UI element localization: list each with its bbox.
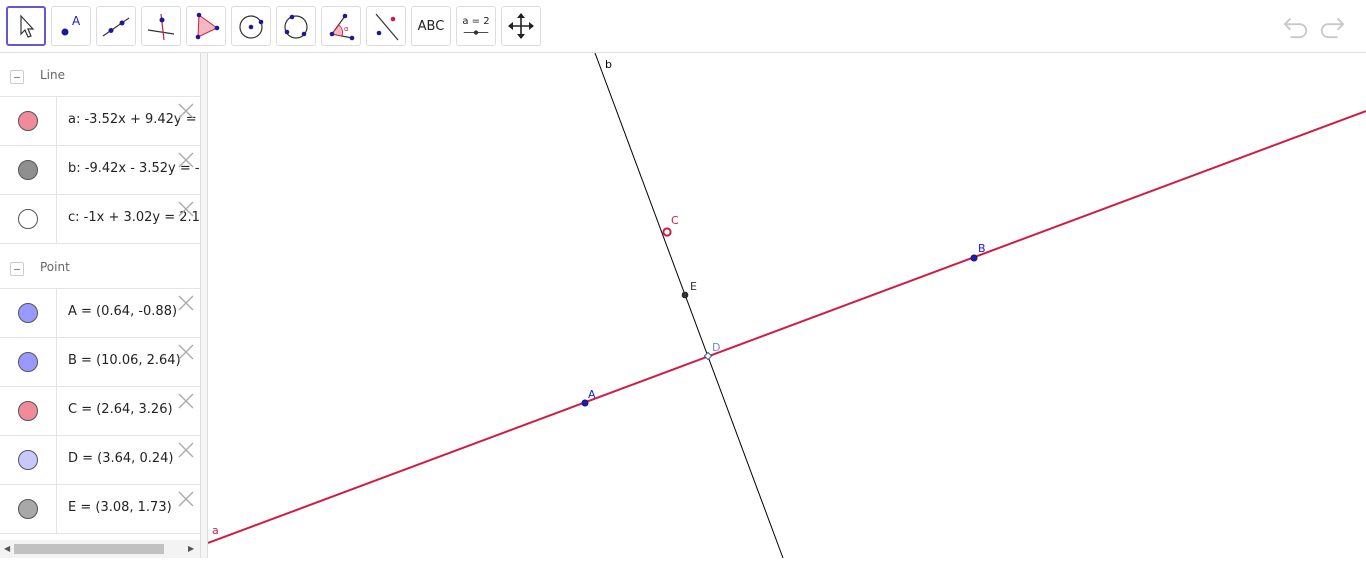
undo-button[interactable]	[1280, 12, 1312, 40]
visibility-marble-icon[interactable]	[18, 499, 38, 519]
visibility-marble-icon[interactable]	[18, 450, 38, 470]
visibility-marble-icon[interactable]	[18, 352, 38, 372]
point-B-label: B	[978, 242, 986, 255]
text-tool-button[interactable]: ABC	[411, 6, 451, 46]
angle-icon: α	[329, 13, 355, 41]
algebra-definition[interactable]: A = (0.64, -0.88)	[68, 304, 177, 319]
svg-text:A: A	[72, 14, 81, 28]
horizontal-scrollbar[interactable]: ◀ ▶	[0, 540, 200, 558]
group-label: Line	[40, 68, 66, 82]
line-icon	[102, 17, 130, 37]
algebra-row-c[interactable]: c: -1x + 3.02y = 2.16	[0, 195, 200, 244]
visibility-marble-icon[interactable]	[18, 401, 38, 421]
collapse-minus-icon[interactable]	[10, 70, 24, 84]
point-E-label: E	[690, 280, 697, 293]
scrollbar-thumb[interactable]	[14, 544, 164, 554]
delete-x-icon[interactable]	[176, 150, 196, 170]
delete-x-icon[interactable]	[176, 489, 196, 509]
delete-x-icon[interactable]	[176, 199, 196, 219]
polygon-tool-button[interactable]	[186, 6, 226, 46]
group-header-line[interactable]: Line	[0, 53, 200, 97]
visibility-marble-icon[interactable]	[18, 111, 38, 131]
circle-three-points-tool-button[interactable]	[276, 6, 316, 46]
move-arrows-icon	[508, 13, 534, 39]
slider-tool-label: a = 2	[462, 15, 490, 27]
line-b-label: b	[605, 58, 612, 71]
graphics-view[interactable]: b a A B C D E	[207, 52, 1366, 559]
point-C-label: C	[671, 214, 679, 227]
algebra-row-b[interactable]: b: -9.42x - 3.52y = -35	[0, 146, 200, 195]
algebra-row-a[interactable]: a: -3.52x + 9.42y = -1	[0, 97, 200, 146]
algebra-definition[interactable]: E = (3.08, 1.73)	[68, 500, 172, 515]
delete-x-icon[interactable]	[176, 101, 196, 121]
redo-icon	[1320, 17, 1345, 39]
delete-x-icon[interactable]	[176, 293, 196, 313]
scroll-left-icon[interactable]: ◀	[4, 544, 10, 553]
group-label: Point	[40, 260, 70, 274]
svg-text:α: α	[344, 25, 349, 33]
visibility-marble-icon[interactable]	[18, 303, 38, 323]
point-D[interactable]	[703, 351, 713, 361]
polygon-icon	[195, 12, 220, 40]
move-graphics-tool-button[interactable]	[501, 6, 541, 46]
collapse-minus-icon[interactable]	[10, 262, 24, 276]
algebra-row-A[interactable]: A = (0.64, -0.88)	[0, 289, 200, 338]
line-tool-button[interactable]	[96, 6, 136, 46]
perpendicular-line-icon	[147, 13, 175, 41]
circle-center-icon	[239, 15, 264, 39]
point-B[interactable]	[970, 254, 978, 262]
slider-tool-button[interactable]: a = 2	[456, 6, 496, 46]
algebra-row-D[interactable]: D = (3.64, 0.24)	[0, 436, 200, 485]
algebra-row-B[interactable]: B = (10.06, 2.64)	[0, 338, 200, 387]
group-header-point[interactable]: Point	[0, 245, 200, 289]
point-icon: A	[61, 14, 81, 36]
point-tool-button[interactable]: A	[51, 6, 91, 46]
visibility-marble-icon[interactable]	[18, 160, 38, 180]
undo-icon	[1283, 17, 1308, 39]
algebra-view: Line a: -3.52x + 9.42y = -1 b: -9.42x - …	[0, 53, 200, 558]
cursor-arrow-icon	[20, 14, 35, 38]
point-A-label: A	[588, 388, 596, 401]
reflect-tool-button[interactable]	[366, 6, 406, 46]
panel-splitter[interactable]	[200, 53, 208, 558]
line-a-label: a	[212, 524, 219, 537]
circle-center-point-tool-button[interactable]	[231, 6, 271, 46]
circle-three-points-icon	[284, 14, 308, 39]
redo-button[interactable]	[1316, 12, 1348, 40]
line-a[interactable]	[207, 110, 1366, 544]
line-b[interactable]	[594, 52, 784, 559]
toolbar: A α ABC a = 2	[0, 0, 1366, 53]
algebra-definition[interactable]: B = (10.06, 2.64)	[68, 353, 181, 368]
text-tool-label: ABC	[417, 18, 445, 34]
delete-x-icon[interactable]	[176, 391, 196, 411]
algebra-row-E[interactable]: E = (3.08, 1.73)	[0, 485, 200, 534]
scroll-right-icon[interactable]: ▶	[188, 544, 194, 553]
perpendicular-line-tool-button[interactable]	[141, 6, 181, 46]
delete-x-icon[interactable]	[176, 342, 196, 362]
algebra-row-C[interactable]: C = (2.64, 3.26)	[0, 387, 200, 436]
reflect-line-icon	[375, 13, 399, 41]
algebra-definition[interactable]: C = (2.64, 3.26)	[68, 402, 173, 417]
graphics-canvas[interactable]: b a A B C D E	[207, 52, 1366, 559]
slider-icon	[463, 29, 489, 35]
point-C[interactable]	[662, 227, 672, 237]
angle-tool-button[interactable]: α	[321, 6, 361, 46]
move-tool-button[interactable]	[6, 6, 46, 46]
point-E[interactable]	[681, 291, 689, 299]
algebra-definition[interactable]: D = (3.64, 0.24)	[68, 451, 173, 466]
point-D-label: D	[712, 341, 720, 354]
delete-x-icon[interactable]	[176, 440, 196, 460]
visibility-marble-icon[interactable]	[18, 209, 38, 229]
